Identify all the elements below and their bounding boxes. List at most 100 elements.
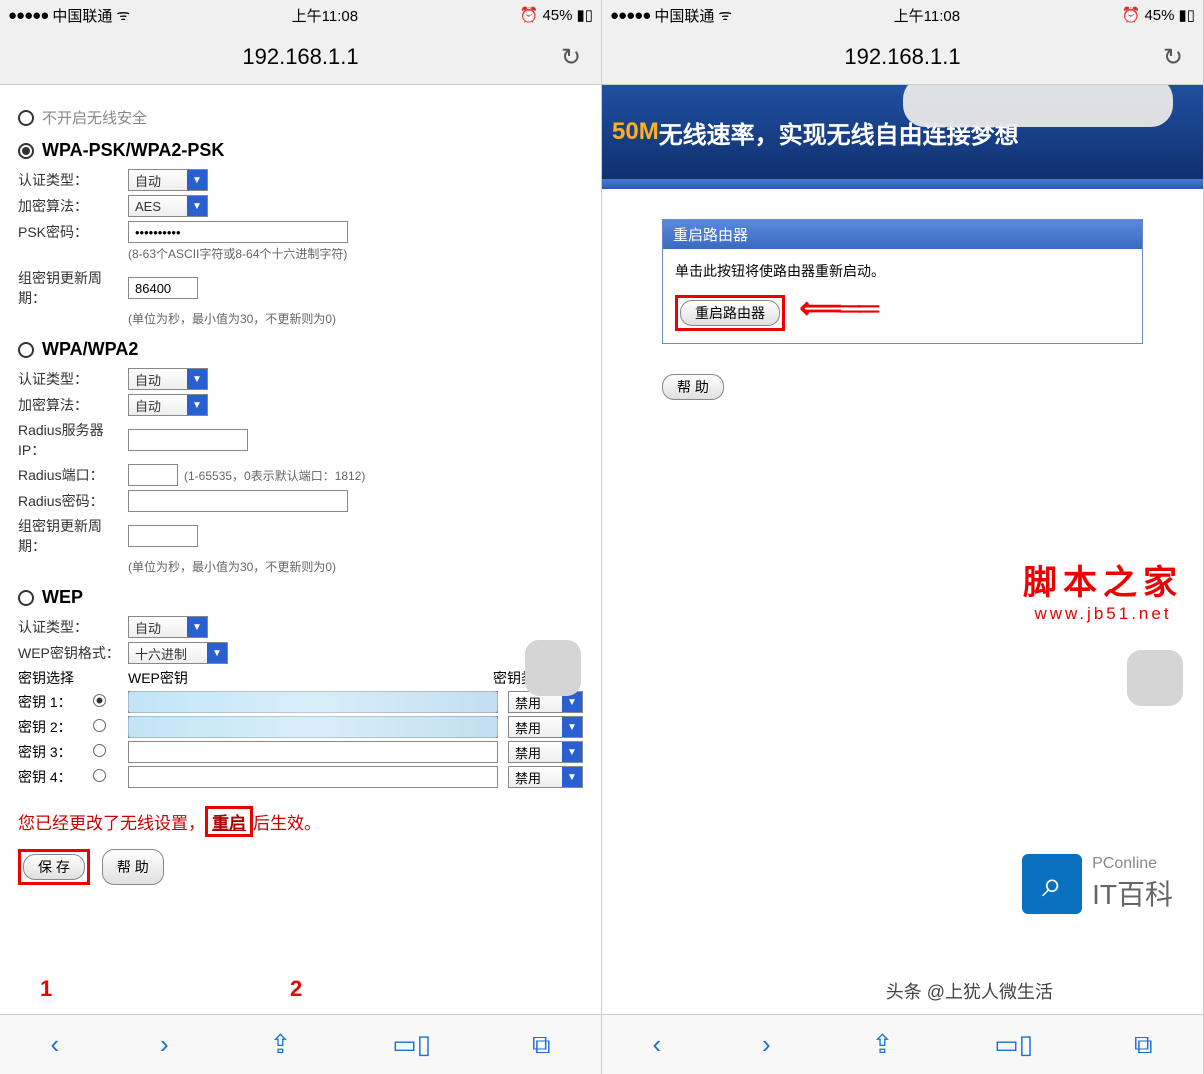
url-bar[interactable]: 192.168.1.1 ↻ <box>602 30 1203 85</box>
status-bar: ●●●●● 中国联通 ᯤ 上午11:08 ⏰ 45% ▮▯ <box>0 0 601 30</box>
carrier-label: 中国联通 <box>654 5 714 26</box>
wpa-enc-label: 加密算法： <box>18 395 128 415</box>
back-icon[interactable]: ‹ <box>50 1029 59 1060</box>
url-text: 192.168.1.1 <box>844 44 960 70</box>
psk-label: PSK密码： <box>18 222 128 242</box>
signal-dots-icon: ●●●●● <box>610 7 650 24</box>
panel-title: 重启路由器 <box>663 220 1142 249</box>
key2-type[interactable]: 禁用 <box>508 716 583 738</box>
radio-wpapsk[interactable] <box>18 143 34 159</box>
key4-label: 密钥 4： <box>18 767 93 787</box>
safari-toolbar: ‹ › ⇪ ▭▯ ⧉ <box>602 1014 1203 1074</box>
share-icon[interactable]: ⇪ <box>872 1029 894 1060</box>
alarm-icon: ⏰ <box>1122 6 1141 24</box>
enc-select[interactable]: AES <box>128 195 208 217</box>
wifi-icon: ᯤ <box>718 5 732 25</box>
status-bar: ●●●●● 中国联通 ᯤ 上午11:08 ⏰ 45% ▮▯ <box>602 0 1203 30</box>
radius-pwd-label: Radius密码： <box>18 491 128 511</box>
search-icon: ⌕ <box>1022 854 1082 914</box>
restart-message: 您已经更改了无线设置，重启后生效。 <box>18 806 583 837</box>
wpa-auth-label: 认证类型： <box>18 369 128 389</box>
banner-speed: 50M <box>612 118 659 146</box>
help-button[interactable]: 帮 助 <box>102 849 164 885</box>
radio-wep[interactable] <box>18 590 34 606</box>
radius-pwd-input[interactable] <box>128 490 348 512</box>
bookmarks-icon[interactable]: ▭▯ <box>392 1029 431 1060</box>
wpa-enc-select[interactable]: 自动 <box>128 394 208 416</box>
watermark-jb51: 脚本之家 www.jb51.net <box>1023 555 1183 624</box>
wep-title: WEP <box>42 587 83 608</box>
key4-input[interactable] <box>128 766 498 788</box>
key1-input[interactable] <box>128 691 498 713</box>
key3-radio[interactable] <box>93 744 106 757</box>
key2-label: 密钥 2： <box>18 717 93 737</box>
wpapsk-title: WPA-PSK/WPA2-PSK <box>42 140 224 161</box>
forward-icon[interactable]: › <box>160 1029 169 1060</box>
refresh-icon[interactable]: ↻ <box>561 43 581 72</box>
key2-radio[interactable] <box>93 719 106 732</box>
wifi-icon: ᯤ <box>116 5 130 25</box>
radius-port-label: Radius端口： <box>18 465 128 485</box>
keysel-header: 密钥选择 <box>18 668 128 688</box>
bookmarks-icon[interactable]: ▭▯ <box>994 1029 1033 1060</box>
gk-hint: (单位为秒，最小值为30，不更新则为0) <box>128 310 583 327</box>
restart-router-button[interactable]: 重启路由器 <box>680 300 780 326</box>
assistive-touch-icon[interactable] <box>525 640 581 696</box>
arrow-annotation: ⟸══ <box>789 292 876 325</box>
wep-fmt-label: WEP密钥格式： <box>18 643 128 663</box>
wpa-gk-hint: (单位为秒，最小值为30，不更新则为0) <box>128 558 583 575</box>
wep-auth-select[interactable]: 自动 <box>128 616 208 638</box>
share-icon[interactable]: ⇪ <box>270 1029 292 1060</box>
radius-ip-input[interactable] <box>128 429 248 451</box>
save-button[interactable]: 保 存 <box>23 854 85 880</box>
restart-link[interactable]: 重启 <box>212 814 246 833</box>
wep-fmt-select[interactable]: 十六进制 <box>128 642 228 664</box>
battery-label: 45% <box>542 7 572 24</box>
refresh-icon[interactable]: ↻ <box>1163 43 1183 72</box>
signal-dots-icon: ●●●●● <box>8 7 48 24</box>
wepkey-header: WEP密钥 <box>128 668 493 688</box>
key2-input[interactable] <box>128 716 498 738</box>
annotation-1: 1 <box>40 976 52 1002</box>
radius-port-input[interactable] <box>128 464 178 486</box>
assistive-touch-icon[interactable] <box>1127 650 1183 706</box>
radius-port-hint: (1-65535，0表示默认端口：1812) <box>184 467 365 484</box>
radius-ip-label: Radius服务器IP： <box>18 420 128 460</box>
battery-label: 45% <box>1144 7 1174 24</box>
carrier-label: 中国联通 <box>52 5 112 26</box>
key4-radio[interactable] <box>93 769 106 782</box>
key3-input[interactable] <box>128 741 498 763</box>
banner: 50M 无线速率，实现无线自由连接梦想 <box>602 85 1203 179</box>
psk-hint: (8-63个ASCII字符或8-64个十六进制字符) <box>128 245 583 262</box>
key1-radio[interactable] <box>93 694 106 707</box>
gk-label: 组密钥更新周期： <box>18 268 128 308</box>
alarm-icon: ⏰ <box>520 6 539 24</box>
tabs-icon[interactable]: ⧉ <box>532 1029 551 1061</box>
radio-no-security[interactable] <box>18 110 34 126</box>
auth-label: 认证类型： <box>18 170 128 190</box>
url-bar[interactable]: 192.168.1.1 ↻ <box>0 30 601 85</box>
help-button[interactable]: 帮 助 <box>662 374 724 400</box>
auth-select[interactable]: 自动 <box>128 169 208 191</box>
wpa-auth-select[interactable]: 自动 <box>128 368 208 390</box>
wep-auth-label: 认证类型： <box>18 617 128 637</box>
time-label: 上午11:08 <box>292 5 358 26</box>
attribution-text: 头条 @上犹人微生活 <box>886 978 1053 1004</box>
psk-input[interactable] <box>128 221 348 243</box>
wpa-gk-input[interactable] <box>128 525 198 547</box>
gk-input[interactable] <box>128 277 198 299</box>
key3-label: 密钥 3： <box>18 742 93 762</box>
key3-type[interactable]: 禁用 <box>508 741 583 763</box>
tabs-icon[interactable]: ⧉ <box>1134 1029 1153 1061</box>
blur-overlay <box>903 85 1173 127</box>
watermark-pconline: ⌕ PConlineIT百科 <box>1022 854 1173 914</box>
radio-wpa[interactable] <box>18 342 34 358</box>
back-icon[interactable]: ‹ <box>652 1029 661 1060</box>
key1-label: 密钥 1： <box>18 692 93 712</box>
wpa-gk-label: 组密钥更新周期： <box>18 516 128 556</box>
forward-icon[interactable]: › <box>762 1029 771 1060</box>
no-security-label: 不开启无线安全 <box>42 107 147 128</box>
panel-text: 单击此按钮将使路由器重新启动。 <box>675 261 1130 281</box>
enc-label: 加密算法： <box>18 196 128 216</box>
key4-type[interactable]: 禁用 <box>508 766 583 788</box>
